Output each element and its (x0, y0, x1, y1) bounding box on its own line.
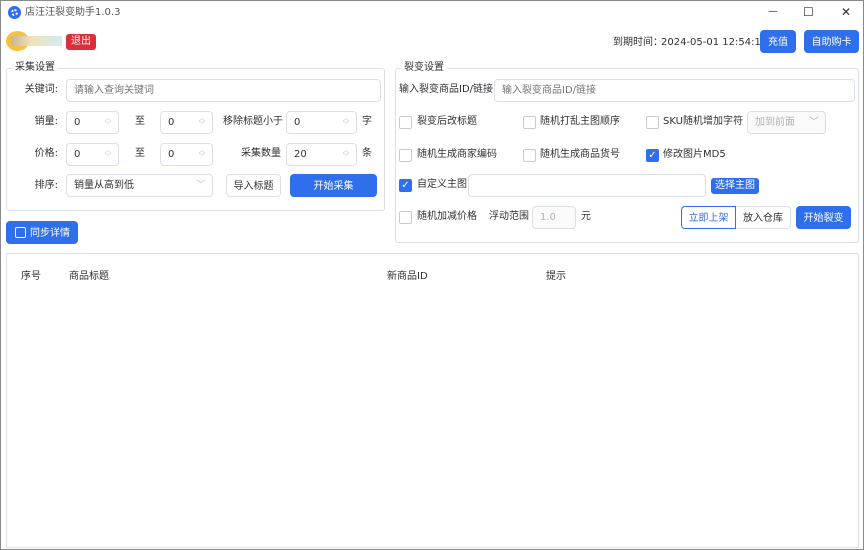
sort-label: 排序: (34, 180, 58, 191)
remove-title-stepper[interactable]: 0 ︿ ﹀ (286, 111, 357, 134)
price-max-stepper[interactable]: 0 ︿ ﹀ (160, 143, 213, 166)
option-label: 随机生成商家编码 (417, 149, 497, 160)
buy-card-button[interactable]: 自助购卡 (804, 30, 859, 53)
float-range-stepper[interactable]: 1.0 (532, 206, 576, 229)
option-label: SKU随机增加字符 (663, 116, 743, 127)
sku-position-select[interactable]: 加到前面 ﹀ (747, 111, 826, 134)
app-logo-icon (8, 6, 21, 19)
expiry-value: 2024-05-01 12:54:15 (661, 37, 768, 48)
chevron-down-icon: ﹀ (809, 117, 819, 128)
option-label: 随机生成商品货号 (540, 149, 620, 160)
chevron-down-icon: ﹀ (196, 180, 206, 191)
option-label: 裂变后改标题 (417, 116, 477, 127)
price-label: 价格: (34, 148, 58, 159)
close-button[interactable]: ✕ (841, 5, 851, 19)
username-blurred (11, 36, 62, 46)
checkbox-custom-main-image[interactable]: ✓ (399, 179, 412, 192)
fission-settings-legend: 裂变设置 (401, 62, 447, 74)
checkbox-shuffle-main-images[interactable] (523, 116, 536, 129)
save-icon (15, 227, 26, 238)
price-min-stepper[interactable]: 0 ︿ ﹀ (66, 143, 119, 166)
keyword-label: 关键词: (24, 84, 58, 95)
window-title: 店汪汪裂变助手1.0.3 (25, 7, 121, 18)
column-header-hint[interactable]: 提示 (546, 270, 566, 284)
float-range-label: 浮动范围 (489, 211, 529, 222)
count-unit: 条 (362, 148, 372, 159)
checkbox-random-price[interactable] (399, 211, 412, 224)
choose-main-image-button[interactable]: 选择主图 (711, 178, 759, 194)
list-now-radio[interactable]: 立即上架 (681, 206, 736, 229)
fission-id-label: 输入裂变商品ID/链接 (399, 84, 494, 95)
sync-details-button[interactable]: 同步详情 (6, 221, 78, 244)
checkbox-random-item-number[interactable] (523, 149, 536, 162)
count-label: 采集数量 (241, 148, 281, 159)
count-stepper[interactable]: 20 ︿ ﹀ (286, 143, 357, 166)
import-title-button[interactable]: 导入标题 (226, 174, 281, 197)
to-warehouse-radio[interactable]: 放入仓库 (736, 206, 791, 229)
random-price-label: 随机加减价格 (417, 211, 477, 222)
recharge-button[interactable]: 充值 (760, 30, 796, 53)
char-unit: 字 (362, 116, 372, 127)
maximize-button[interactable]: ☐ (803, 5, 814, 19)
custom-main-image-input[interactable] (468, 174, 706, 197)
keyword-input[interactable] (66, 79, 381, 102)
checkbox-modify-md5[interactable]: ✓ (646, 149, 659, 162)
column-header-title[interactable]: 商品标题 (69, 270, 109, 284)
sales-min-stepper[interactable]: 0 ︿ ﹀ (66, 111, 119, 134)
column-header-new-id[interactable]: 新商品ID (387, 270, 428, 284)
expiry-label: 到期时间： (613, 37, 663, 48)
checkbox-sku-random-chars[interactable] (646, 116, 659, 129)
sales-max-stepper[interactable]: 0 ︿ ﹀ (160, 111, 213, 134)
minimize-button[interactable]: — (768, 5, 778, 19)
checkbox-random-merchant-code[interactable] (399, 149, 412, 162)
column-header-index[interactable]: 序号 (21, 270, 41, 284)
yuan-unit: 元 (581, 211, 591, 222)
sort-select[interactable]: 销量从高到低 ﹀ (66, 174, 213, 197)
logout-button[interactable]: 退出 (66, 34, 96, 50)
collect-settings-legend: 采集设置 (12, 62, 58, 74)
fission-id-input[interactable] (494, 79, 855, 102)
option-label: 随机打乱主图顺序 (540, 116, 620, 127)
to-label: 至 (135, 148, 145, 159)
remove-title-label: 移除标题小于 (223, 116, 283, 127)
option-label: 修改图片MD5 (663, 149, 726, 160)
results-table: 序号 商品标题 新商品ID 提示 (6, 253, 859, 548)
start-fission-button[interactable]: 开始裂变 (796, 206, 851, 229)
sales-label: 销量: (34, 116, 58, 127)
custom-main-label: 自定义主图 (417, 179, 467, 190)
start-collect-button[interactable]: 开始采集 (290, 174, 377, 197)
to-label: 至 (135, 116, 145, 127)
checkbox-change-title[interactable] (399, 116, 412, 129)
